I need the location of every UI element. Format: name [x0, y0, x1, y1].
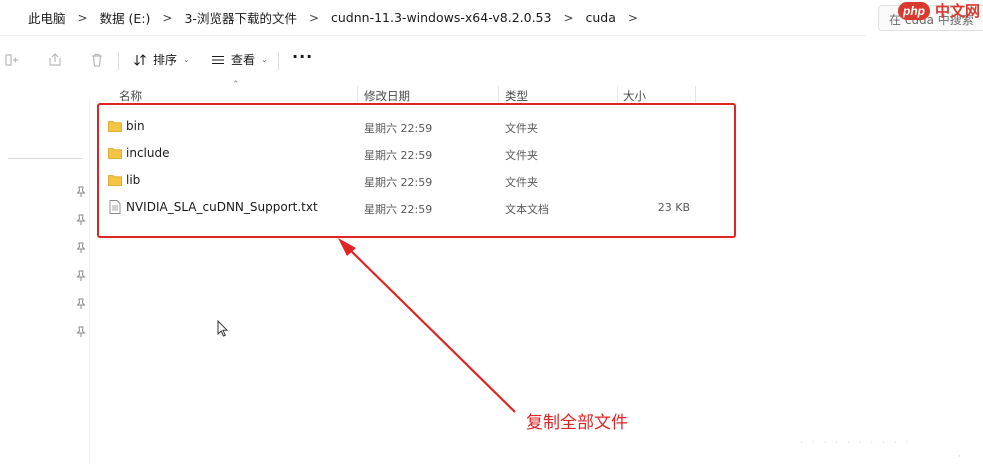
- nav-pane-divider: [8, 158, 83, 159]
- pin-icon[interactable]: [76, 267, 86, 281]
- pin-icon[interactable]: [76, 295, 86, 309]
- sort-icon: [134, 53, 146, 66]
- mouse-cursor-icon: [217, 320, 229, 337]
- breadcrumb-separator-icon[interactable]: >: [78, 11, 88, 25]
- column-resize-handle[interactable]: [695, 86, 696, 104]
- column-resize-handle[interactable]: [498, 86, 499, 104]
- faint-mark: ·: [958, 452, 961, 462]
- watermark-badge: php: [898, 2, 930, 20]
- breadcrumb-separator-icon[interactable]: >: [309, 11, 319, 25]
- breadcrumb-cuda-folder[interactable]: cuda: [586, 10, 616, 25]
- pin-icon[interactable]: [76, 323, 86, 337]
- breadcrumb-separator-icon[interactable]: >: [628, 11, 638, 25]
- view-icon: [212, 55, 224, 64]
- column-resize-handle[interactable]: [357, 86, 358, 104]
- faint-marks: · · · · · · · · · ·: [800, 438, 912, 448]
- share-icon[interactable]: [47, 52, 63, 68]
- column-header-size[interactable]: 大小: [623, 88, 646, 104]
- column-header-modified[interactable]: 修改日期: [364, 88, 410, 104]
- column-header-type[interactable]: 类型: [505, 88, 528, 104]
- breadcrumb-drive-e[interactable]: 数据 (E:): [100, 8, 151, 27]
- annotation-highlight-box: [97, 103, 736, 238]
- watermark-text: 中文网: [935, 2, 981, 20]
- breadcrumb-separator-icon[interactable]: >: [563, 11, 573, 25]
- breadcrumb-this-pc[interactable]: 此电脑: [28, 8, 66, 27]
- column-resize-handle[interactable]: [617, 86, 618, 104]
- delete-icon[interactable]: [89, 52, 105, 68]
- annotation-label: 复制全部文件: [526, 413, 628, 433]
- pin-icon[interactable]: [76, 183, 86, 197]
- sort-ascending-icon: ⌃: [232, 80, 240, 90]
- address-bar[interactable]: 此电脑 > 数据 (E:) > 3-浏览器下载的文件 > cudnn-11.3-…: [0, 0, 866, 36]
- pin-icon[interactable]: [76, 239, 86, 253]
- toolbar-divider: [278, 52, 279, 70]
- sort-button[interactable]: 排序 ⌄: [133, 51, 190, 68]
- toolbar-divider: [118, 52, 119, 70]
- breadcrumb-cudnn-folder[interactable]: cudnn-11.3-windows-x64-v8.2.0.53: [331, 10, 551, 25]
- chevron-down-icon: ⌄: [261, 55, 268, 64]
- pane-splitter[interactable]: [89, 100, 90, 464]
- chevron-down-icon: ⌄: [183, 55, 190, 64]
- more-options-button[interactable]: ···: [292, 47, 313, 66]
- sort-label: 排序: [153, 53, 178, 67]
- column-header-name[interactable]: 名称: [119, 88, 142, 104]
- view-button[interactable]: 查看 ⌄: [211, 51, 268, 68]
- rename-icon[interactable]: [4, 52, 20, 68]
- command-bar: 排序 ⌄ 查看 ⌄ ···: [0, 44, 983, 78]
- breadcrumb-downloads-folder[interactable]: 3-浏览器下载的文件: [184, 8, 296, 27]
- view-label: 查看: [231, 53, 256, 67]
- pin-icon[interactable]: [76, 211, 86, 225]
- breadcrumb-separator-icon[interactable]: >: [162, 11, 172, 25]
